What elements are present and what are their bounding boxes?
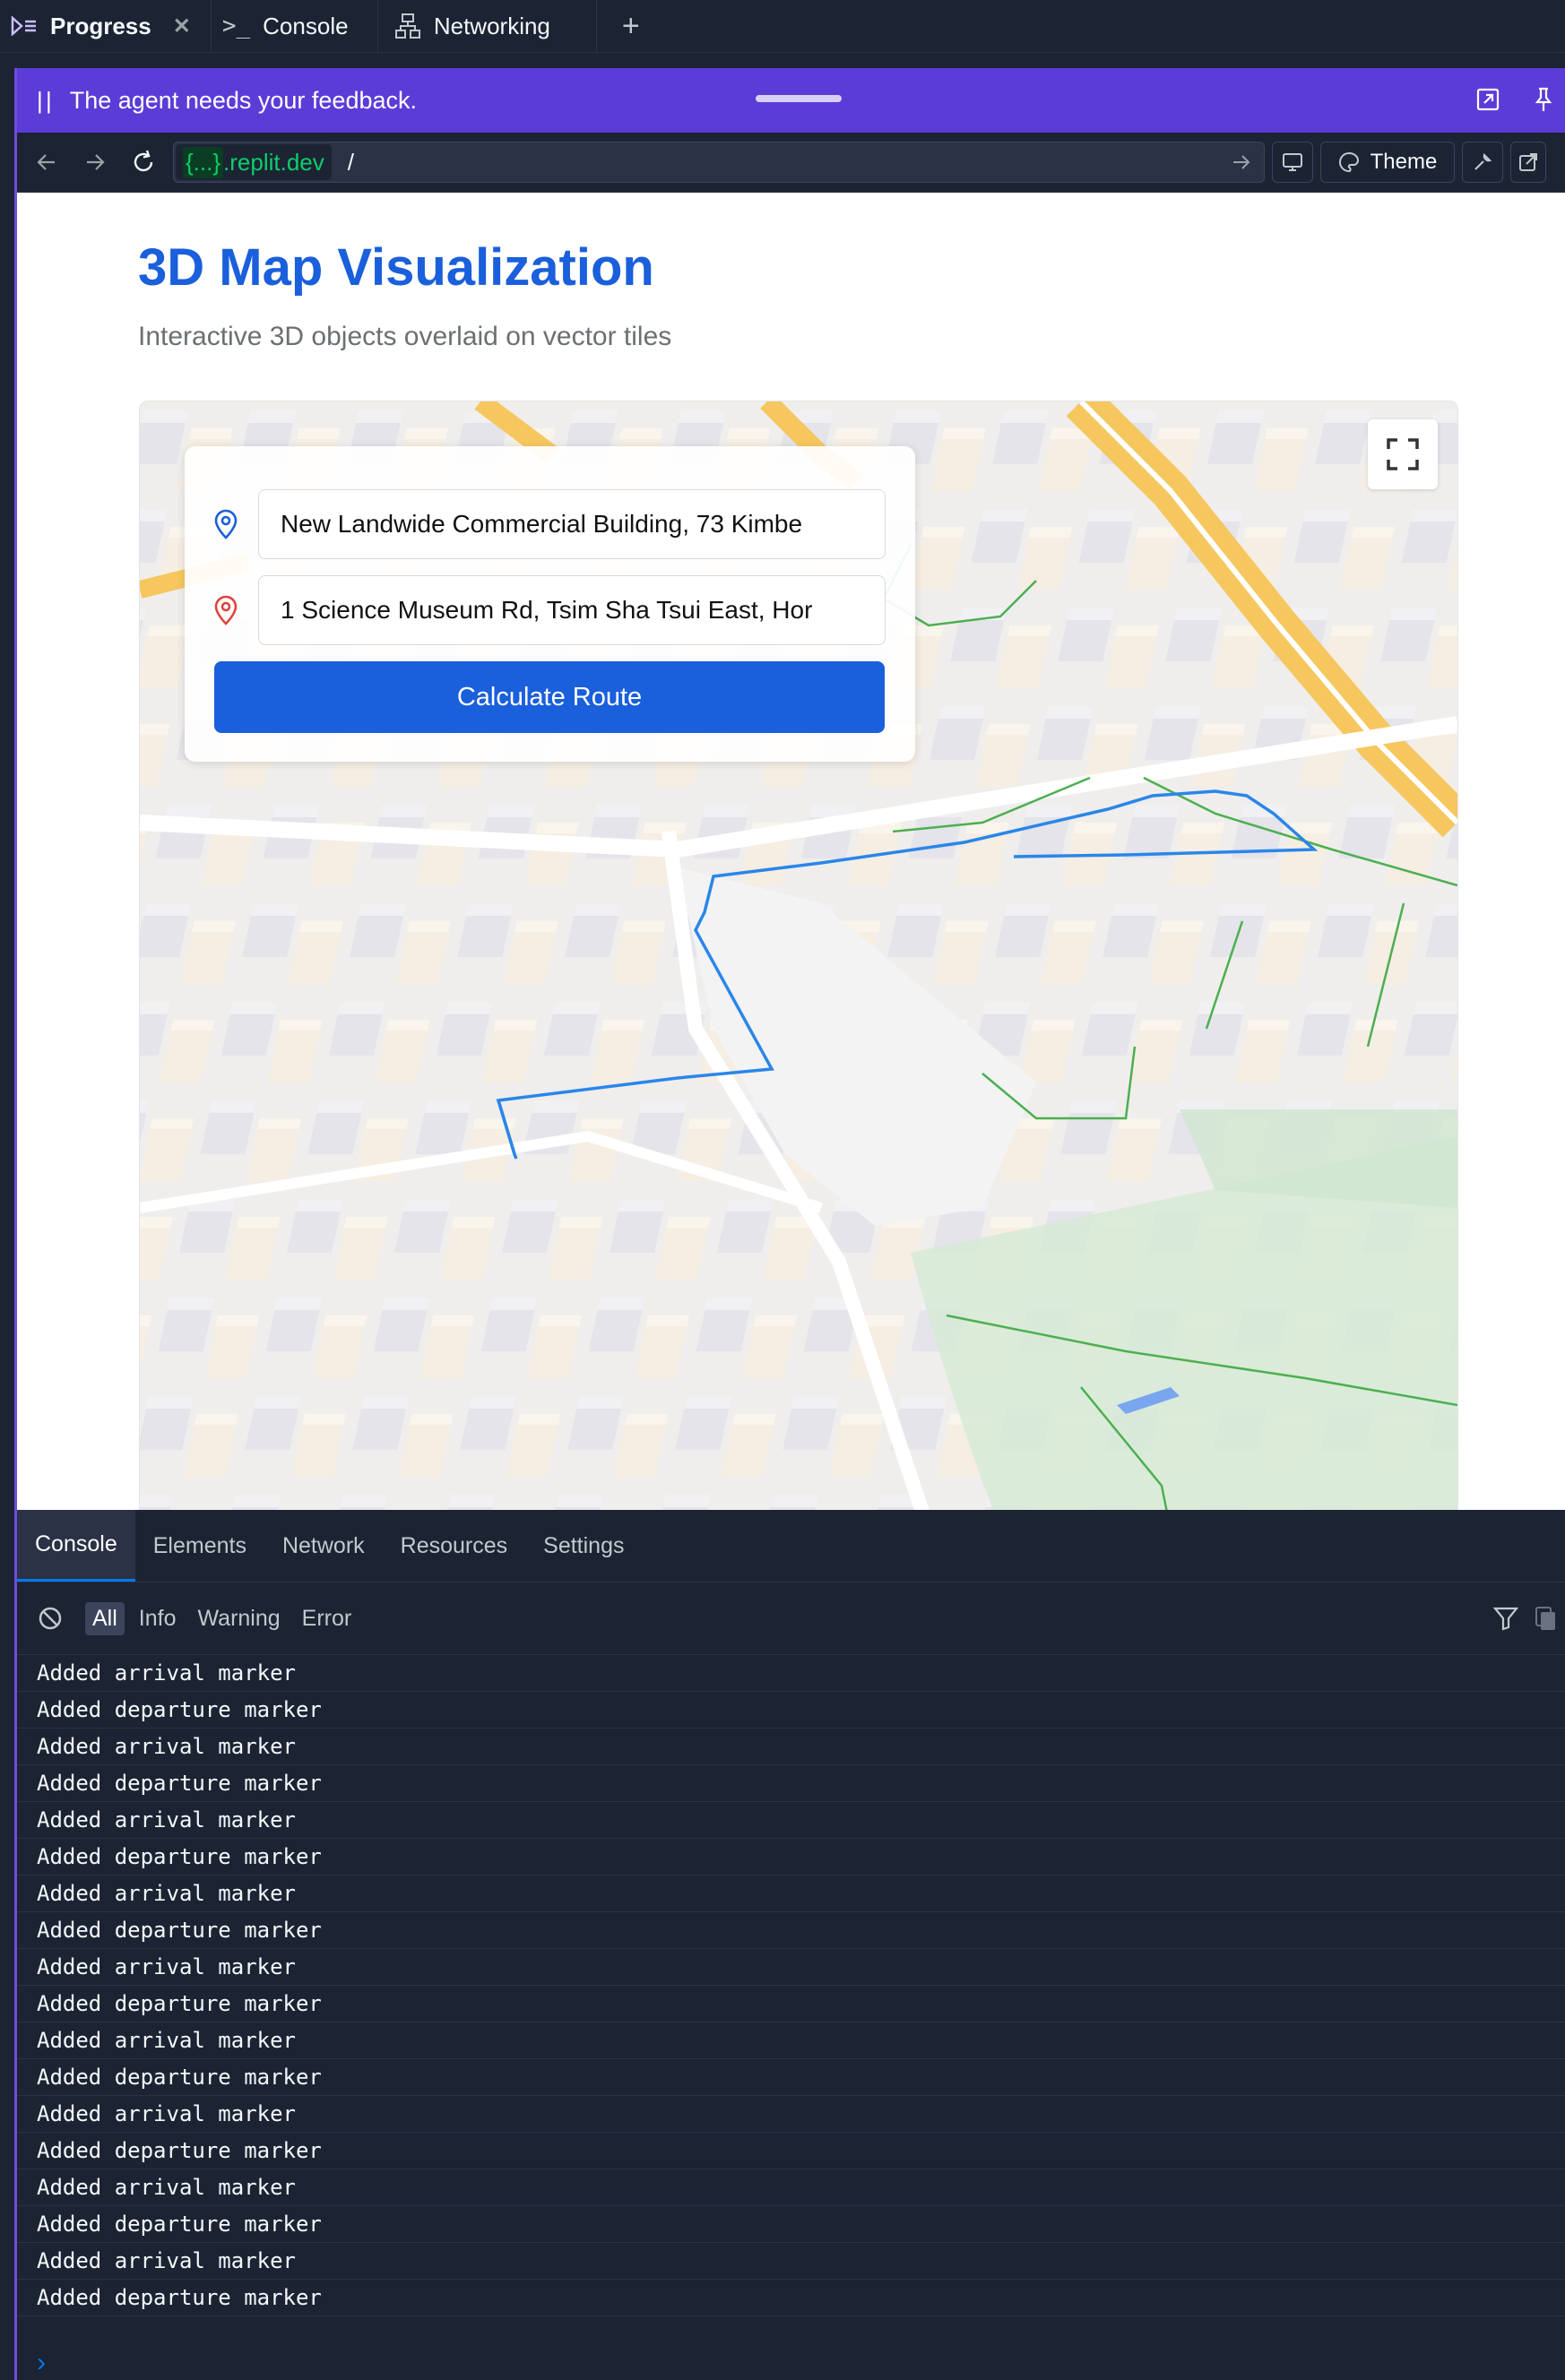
app-page: 3D Map Visualization Interactive 3D obje… xyxy=(17,193,1565,1510)
tab-label: Progress xyxy=(50,12,151,39)
progress-icon xyxy=(11,16,36,36)
url-host: {...} .replit.dev xyxy=(176,144,332,180)
open-external-icon[interactable] xyxy=(1474,86,1501,113)
browser-toolbar: {...} .replit.dev / Theme xyxy=(17,133,1565,193)
external-link-icon xyxy=(1519,153,1537,171)
console-filter-bar: All Info Warning Error xyxy=(17,1582,1565,1655)
open-in-new-tab-button[interactable] xyxy=(1510,142,1546,183)
filter-error[interactable]: Error xyxy=(295,1602,359,1635)
tab-progress[interactable]: Progress ✕ xyxy=(0,0,212,52)
tab-label: Console xyxy=(263,12,349,39)
map-view[interactable]: New Landwide Commercial Building, 73 Kim… xyxy=(139,401,1458,1510)
workspace-tab-bar: Progress ✕ >_ Console Networking + xyxy=(0,0,1565,53)
log-entry: Added arrival marker xyxy=(17,2022,1565,2059)
log-entry: Added departure marker xyxy=(17,1839,1565,1876)
copy-icon[interactable] xyxy=(1534,1605,1559,1632)
devtools-panel: Console Elements Network Resources Setti… xyxy=(17,1510,1565,2380)
console-log: Added arrival marker Added departure mar… xyxy=(17,1655,1565,2316)
devtools-tabs: Console Elements Network Resources Setti… xyxy=(17,1510,1565,1582)
log-entry: Added departure marker xyxy=(17,2280,1565,2316)
device-button[interactable] xyxy=(1272,142,1313,183)
url-field[interactable]: {...} .replit.dev / xyxy=(173,142,1265,183)
origin-row: New Landwide Commercial Building, 73 Kim… xyxy=(185,489,915,559)
log-entry: Added departure marker xyxy=(17,2206,1565,2243)
devtools-tab-console[interactable]: Console xyxy=(17,1510,135,1582)
log-entry: Added departure marker xyxy=(17,2133,1565,2169)
devtools-tab-resources[interactable]: Resources xyxy=(383,1510,526,1582)
devtools-tab-network[interactable]: Network xyxy=(264,1510,383,1582)
network-icon xyxy=(394,13,420,39)
origin-input[interactable]: New Landwide Commercial Building, 73 Kim… xyxy=(258,489,886,559)
tab-console[interactable]: >_ Console xyxy=(212,0,378,52)
filter-icon[interactable] xyxy=(1492,1605,1519,1632)
palette-icon xyxy=(1338,151,1359,173)
url-path: / xyxy=(347,148,355,176)
fullscreen-icon xyxy=(1387,438,1419,470)
log-entry: Added arrival marker xyxy=(17,2243,1565,2280)
log-entry: Added arrival marker xyxy=(17,1729,1565,1765)
go-arrow-icon[interactable] xyxy=(1230,151,1253,174)
route-panel: New Landwide Commercial Building, 73 Kim… xyxy=(185,446,915,762)
log-entry: Added arrival marker xyxy=(17,2169,1565,2206)
log-entry: Added arrival marker xyxy=(17,1802,1565,1839)
theme-label: Theme xyxy=(1370,150,1438,174)
wrench-icon xyxy=(1474,152,1492,170)
filter-warning[interactable]: Warning xyxy=(191,1602,288,1635)
arrow-left-icon xyxy=(37,154,55,170)
log-entry: Added arrival marker xyxy=(17,2096,1565,2133)
webview-frame: | | The agent needs your feedback. {...}… xyxy=(14,68,1565,2380)
calculate-route-button[interactable]: Calculate Route xyxy=(214,661,885,733)
filter-all[interactable]: All xyxy=(85,1601,125,1635)
log-entry: Added departure marker xyxy=(17,1692,1565,1729)
forward-button[interactable] xyxy=(71,138,119,186)
back-button[interactable] xyxy=(22,138,71,186)
destination-input[interactable]: 1 Science Museum Rd, Tsim Sha Tsui East,… xyxy=(258,575,886,645)
reload-button[interactable] xyxy=(119,138,168,186)
log-entry: Added departure marker xyxy=(17,1912,1565,1949)
arrow-right-icon xyxy=(87,154,105,170)
filter-info[interactable]: Info xyxy=(132,1602,184,1635)
destination-pin-icon xyxy=(214,595,238,625)
origin-pin-icon xyxy=(214,509,238,539)
log-entry: Added arrival marker xyxy=(17,1876,1565,1912)
url-hostname: .replit.dev xyxy=(223,148,324,176)
add-tab-button[interactable]: + xyxy=(597,9,665,44)
pin-icon[interactable] xyxy=(1530,86,1557,113)
tab-label: Networking xyxy=(433,12,550,39)
pause-icon[interactable]: | | xyxy=(37,87,52,115)
log-entry: Added departure marker xyxy=(17,1765,1565,1802)
reload-icon xyxy=(134,150,153,172)
drag-handle[interactable] xyxy=(756,95,842,102)
log-entry: Added arrival marker xyxy=(17,1655,1565,1692)
log-entry: Added departure marker xyxy=(17,2059,1565,2096)
devtools-button[interactable] xyxy=(1462,142,1503,183)
page-title: 3D Map Visualization xyxy=(138,238,654,297)
fullscreen-button[interactable] xyxy=(1368,419,1438,489)
devtools-tab-elements[interactable]: Elements xyxy=(135,1510,264,1582)
log-entry: Added arrival marker xyxy=(17,1949,1565,1986)
close-icon[interactable]: ✕ xyxy=(173,13,191,39)
terminal-icon: >_ xyxy=(221,13,251,39)
tab-networking[interactable]: Networking xyxy=(378,0,597,52)
theme-button[interactable]: Theme xyxy=(1320,142,1455,183)
clear-console-icon[interactable] xyxy=(37,1605,64,1632)
banner-message: The agent needs your feedback. xyxy=(69,86,418,114)
page-subtitle: Interactive 3D objects overlaid on vecto… xyxy=(138,322,672,351)
monitor-icon xyxy=(1283,153,1302,171)
url-host-prefix: {...} xyxy=(183,146,224,178)
log-entry: Added departure marker xyxy=(17,1986,1565,2022)
console-prompt-icon[interactable]: › xyxy=(37,2348,46,2378)
feedback-banner: | | The agent needs your feedback. xyxy=(17,68,1565,133)
destination-row: 1 Science Museum Rd, Tsim Sha Tsui East,… xyxy=(185,575,915,645)
devtools-tab-settings[interactable]: Settings xyxy=(525,1510,642,1582)
